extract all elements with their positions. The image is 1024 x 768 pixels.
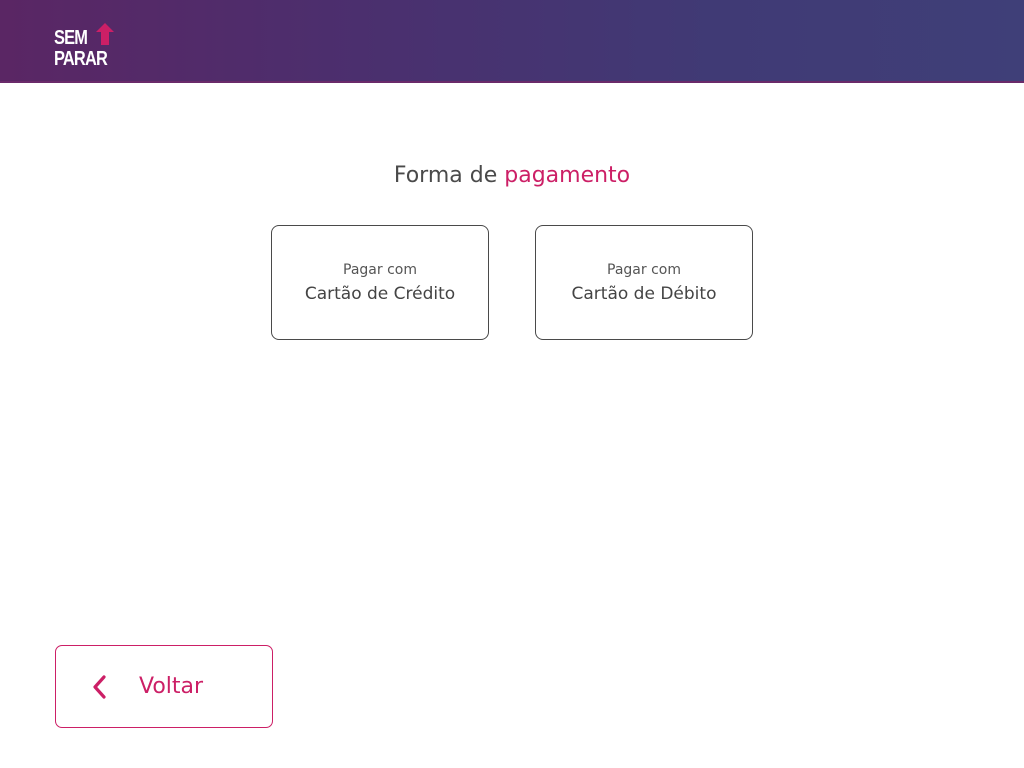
debit-option-label: Cartão de Débito — [571, 284, 717, 304]
back-button-label: Voltar — [139, 674, 204, 699]
credit-option-label: Cartão de Crédito — [304, 284, 456, 304]
pay-credit-card-button[interactable]: Pagar com Cartão de Crédito — [271, 225, 489, 340]
title-prefix: Forma de — [393, 163, 498, 188]
top-header: SEM PARAR — [0, 0, 1024, 83]
chevron-left-icon — [93, 675, 106, 699]
back-button[interactable]: Voltar — [55, 645, 273, 728]
logo-line1: SEM — [54, 27, 88, 49]
logo-line2: PARAR — [54, 48, 108, 70]
sem-parar-logo: SEM PARAR — [54, 22, 124, 70]
debit-option-caption: Pagar com — [607, 262, 681, 278]
pay-debit-card-button[interactable]: Pagar com Cartão de Débito — [535, 225, 753, 340]
credit-option-caption: Pagar com — [343, 262, 417, 278]
page-title: Forma de pagamento — [0, 163, 1024, 188]
arrow-up-icon — [96, 23, 114, 45]
title-accent: pagamento — [504, 163, 631, 188]
